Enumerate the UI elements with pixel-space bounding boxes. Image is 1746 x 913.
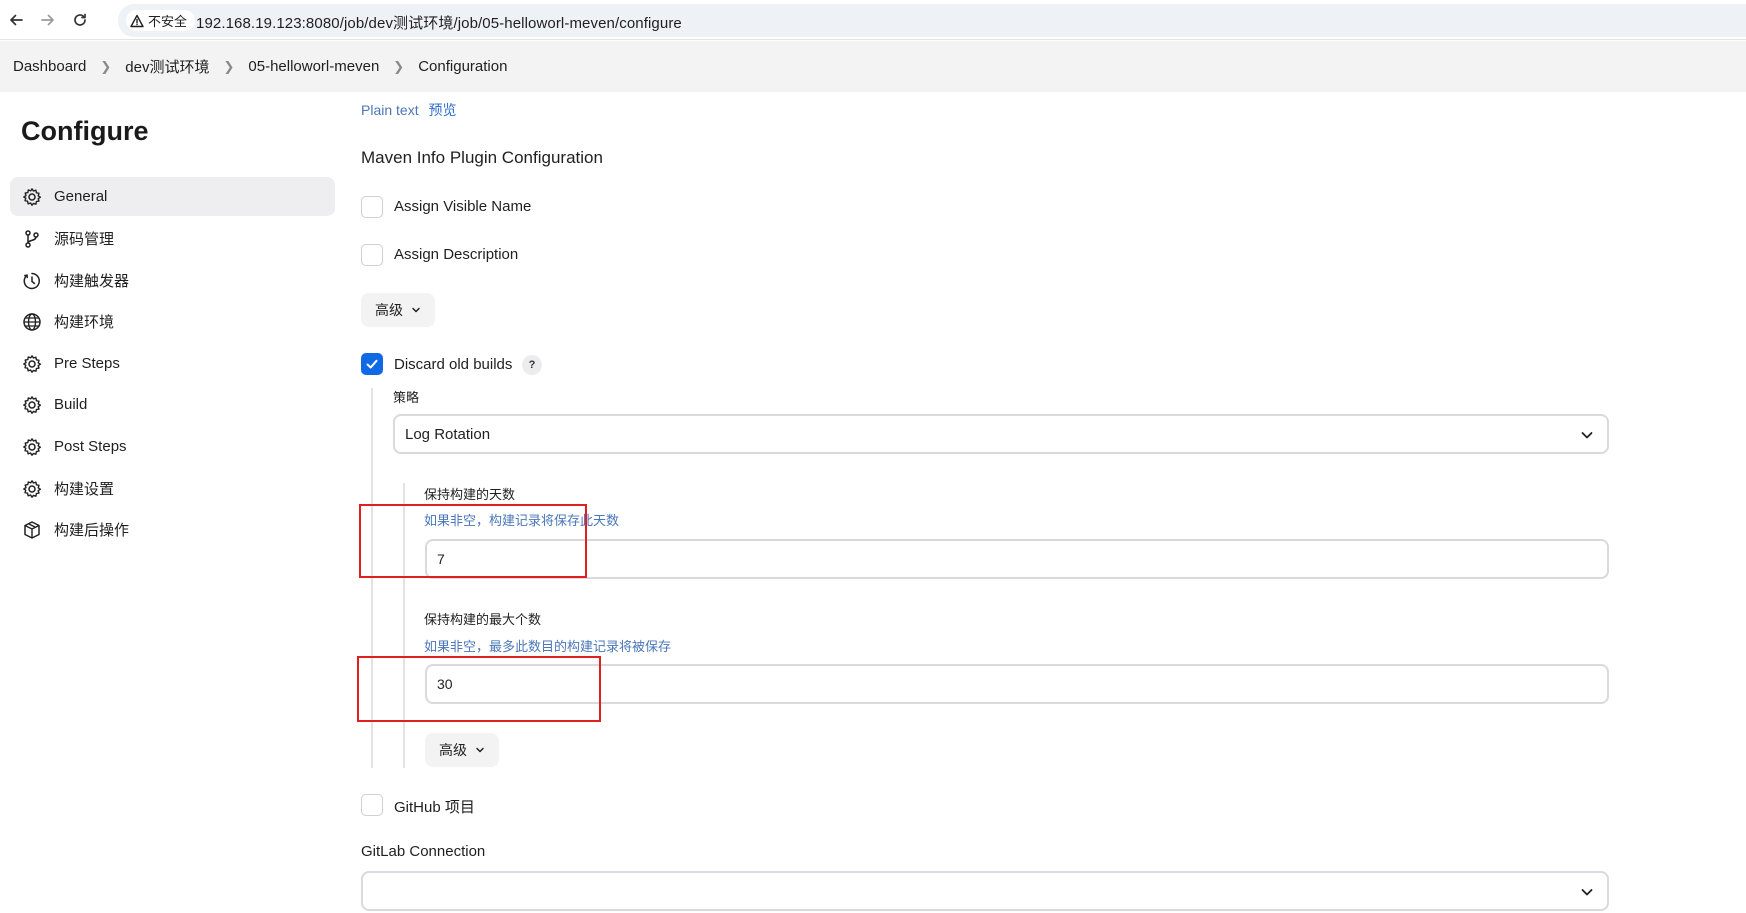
- gear-icon: [23, 187, 42, 206]
- sidebar-item-build-triggers[interactable]: 构建触发器: [10, 261, 335, 300]
- assign-description-checkbox[interactable]: [361, 244, 383, 266]
- breadcrumb-job[interactable]: 05-helloworl-meven: [248, 58, 379, 75]
- browser-toolbar: 不安全 192.168.19.123:8080/job/dev测试环境/job/…: [0, 0, 1746, 40]
- package-icon: [24, 520, 40, 539]
- inner-advanced-label: 高级: [439, 742, 467, 758]
- days-to-keep-label: 保持构建的天数: [424, 487, 516, 502]
- chevron-down-icon: [1581, 889, 1593, 896]
- sidebar-item-label: Post Steps: [54, 438, 127, 455]
- page-title: Configure: [21, 116, 149, 146]
- security-label: 不安全: [148, 14, 188, 29]
- sidebar-item-label: 源码管理: [54, 231, 115, 248]
- chevron-right-icon: ❯: [223, 58, 235, 74]
- highlight-box: [357, 656, 601, 722]
- strategy-value: Log Rotation: [405, 425, 491, 443]
- chevron-right-icon: ❯: [100, 58, 112, 74]
- assign-visible-name-label[interactable]: Assign Visible Name: [394, 198, 531, 215]
- chevron-down-icon: [412, 307, 420, 313]
- plain-text-label[interactable]: Plain text: [361, 102, 419, 118]
- sidebar-item-build-environment[interactable]: 构建环境: [10, 302, 335, 341]
- assign-visible-name-checkbox[interactable]: [361, 196, 383, 218]
- highlight-box: [359, 504, 587, 578]
- sidebar-item-post-build-actions[interactable]: 构建后操作: [10, 510, 335, 549]
- help-icon[interactable]: ?: [522, 355, 542, 375]
- strategy-select[interactable]: Log Rotation: [393, 414, 1609, 454]
- back-button[interactable]: [4, 8, 28, 32]
- clock-icon: [23, 272, 40, 289]
- warning-icon: [130, 14, 144, 27]
- forward-button[interactable]: [36, 8, 60, 32]
- chevron-right-icon: ❯: [393, 58, 405, 74]
- days-to-keep-input[interactable]: 7: [425, 539, 1609, 579]
- sidebar-item-label: Build: [54, 396, 88, 413]
- sidebar-item-label: 构建环境: [54, 314, 115, 331]
- globe-icon: [23, 312, 41, 331]
- sidebar-item-label: 构建触发器: [54, 273, 130, 290]
- arrow-left-icon: [10, 14, 23, 26]
- breadcrumb-dashboard[interactable]: Dashboard: [13, 58, 86, 75]
- sidebar-item-general[interactable]: General: [10, 177, 335, 216]
- security-indicator[interactable]: 不安全: [126, 10, 196, 31]
- checkmark-icon: [366, 359, 378, 369]
- sidebar-item-label: General: [54, 188, 108, 205]
- sidebar-item-post-steps[interactable]: Post Steps: [10, 427, 335, 466]
- github-project-checkbox[interactable]: [361, 794, 383, 816]
- sidebar-item-label: 构建后操作: [54, 522, 130, 539]
- strategy-label: 策略: [393, 390, 420, 405]
- inner-advanced-button[interactable]: 高级: [425, 733, 499, 767]
- gitlab-connection-label: GitLab Connection: [361, 843, 486, 860]
- branch-icon: [25, 229, 39, 248]
- advanced-label: 高级: [375, 302, 403, 318]
- sidebar-item-pre-steps[interactable]: Pre Steps: [10, 344, 335, 383]
- url-text[interactable]: 192.168.19.123:8080/job/dev测试环境/job/05-h…: [196, 12, 682, 33]
- discard-old-builds-checkbox[interactable]: [361, 353, 383, 375]
- sidebar-item-source-control[interactable]: 源码管理: [10, 219, 335, 258]
- gitlab-connection-select[interactable]: [361, 871, 1609, 911]
- maven-section-title: Maven Info Plugin Configuration: [361, 148, 603, 167]
- arrow-right-icon: [41, 14, 54, 26]
- max-builds-input[interactable]: 30: [425, 664, 1609, 704]
- sidebar-item-label: Pre Steps: [54, 355, 120, 372]
- max-builds-description: 如果非空，最多此数目的构建记录将被保存: [424, 639, 672, 654]
- breadcrumb: Dashboard ❯ dev测试环境 ❯ 05-helloworl-meven…: [0, 41, 1746, 92]
- address-bar[interactable]: 不安全 192.168.19.123:8080/job/dev测试环境/job/…: [118, 4, 1746, 37]
- sidebar-item-build-settings[interactable]: 构建设置: [10, 469, 335, 508]
- discard-old-builds-label[interactable]: Discard old builds: [394, 356, 512, 373]
- advanced-button[interactable]: 高级: [361, 293, 435, 327]
- assign-description-label[interactable]: Assign Description: [394, 246, 518, 263]
- sidebar-item-label: 构建设置: [54, 481, 115, 498]
- sidebar-item-build[interactable]: Build: [10, 385, 335, 424]
- reload-button[interactable]: [68, 8, 92, 32]
- chevron-down-icon: [476, 747, 484, 753]
- max-builds-label: 保持构建的最大个数: [424, 612, 542, 627]
- preview-link[interactable]: 预览: [428, 102, 456, 118]
- plain-text-link[interactable]: Plain text 预览: [361, 100, 456, 120]
- chevron-down-icon: [1581, 432, 1593, 439]
- gear-icon: [23, 395, 42, 414]
- gear-icon: [23, 437, 42, 456]
- reload-icon: [74, 13, 86, 26]
- github-project-label[interactable]: GitHub 项目: [394, 796, 475, 817]
- breadcrumb-folder[interactable]: dev测试环境: [125, 56, 209, 77]
- gear-icon: [23, 479, 42, 498]
- breadcrumb-configuration[interactable]: Configuration: [418, 58, 507, 75]
- gear-icon: [23, 354, 42, 373]
